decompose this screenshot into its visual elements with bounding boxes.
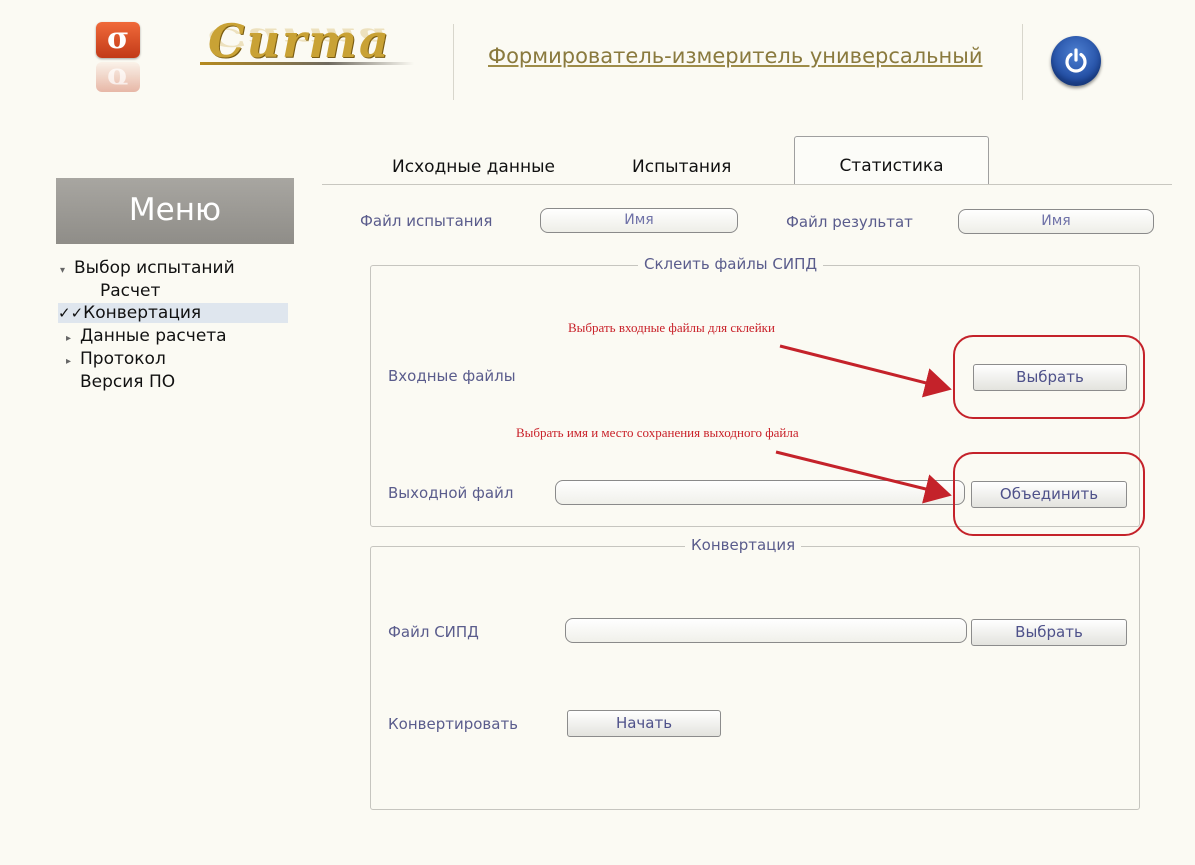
annotation-highlight-ring [953, 335, 1145, 419]
app-logo-icon-reflection: σ [96, 61, 140, 96]
power-button[interactable] [1051, 36, 1101, 86]
header-divider [453, 24, 454, 100]
sipd-file-label: Файл СИПД [388, 623, 479, 641]
app-logo-text-reflection: Curma [208, 22, 391, 52]
annotation-note-input-files: Выбрать входные файлы для склейки [568, 320, 775, 335]
menu-item-label: Версия ПО [80, 372, 176, 392]
menu-item-software-version[interactable]: Версия ПО [80, 372, 175, 392]
menu-item-label: Данные расчета [80, 326, 227, 346]
menu-item-label: Выбор испытаний [74, 258, 235, 278]
chevron-right-icon: ▸ [66, 356, 72, 367]
app-logo-icon: σ [96, 22, 140, 58]
tab-statistics[interactable]: Статистика [794, 136, 989, 185]
test-file-label: Файл испытания [360, 212, 493, 230]
tab-bar-line [322, 184, 1172, 185]
menu-title: Меню [56, 178, 294, 244]
input-files-label: Входные файлы [388, 367, 516, 385]
tab-source-data[interactable]: Исходные данные [392, 157, 555, 177]
select-sipd-file-button[interactable]: Выбрать [971, 619, 1127, 646]
merge-sipd-group-title: Склеить файлы СИПД [638, 255, 824, 273]
logo-swoosh [200, 62, 414, 65]
menu-item-label: Протокол [80, 349, 166, 369]
annotation-highlight-ring [953, 452, 1145, 536]
menu-item-calc-data[interactable]: ▸ Данные расчета [66, 326, 227, 346]
arrow-to-merge-button [775, 450, 952, 504]
menu-item-label: Расчет [100, 281, 161, 301]
annotation-arrows [775, 344, 952, 504]
result-file-label: Файл результат [786, 213, 913, 231]
output-file-label: Выходной файл [388, 484, 514, 502]
menu-item-label: Конвертация [83, 303, 202, 323]
conversion-group-title: Конвертация [685, 536, 802, 554]
tab-tests[interactable]: Испытания [632, 157, 731, 177]
conversion-group [370, 546, 1140, 810]
test-file-field[interactable]: Имя [540, 208, 738, 233]
app-subtitle: Формирователь-измеритель универсальный [488, 44, 983, 68]
chevron-down-icon: ▾ [60, 265, 66, 276]
chevron-right-icon: ▸ [66, 333, 72, 344]
menu-item-test-selection[interactable]: ▾ Выбор испытаний [60, 258, 235, 278]
sipd-file-field[interactable] [565, 618, 967, 643]
power-icon [1065, 48, 1087, 73]
header-divider [1022, 24, 1023, 100]
arrow-to-select-button [779, 344, 952, 398]
menu-item-calculation[interactable]: Расчет [100, 281, 160, 301]
annotation-note-output-file: Выбрать имя и место сохранения выходного… [516, 425, 799, 440]
convert-label: Конвертировать [388, 715, 519, 733]
checkmark-icon: ✓✓ [58, 304, 84, 322]
result-file-field[interactable]: Имя [958, 209, 1154, 234]
menu-item-conversion[interactable]: ✓✓Конвертация [58, 303, 288, 323]
menu-item-protocol[interactable]: ▸ Протокол [66, 349, 166, 369]
start-conversion-button[interactable]: Начать [567, 710, 721, 737]
